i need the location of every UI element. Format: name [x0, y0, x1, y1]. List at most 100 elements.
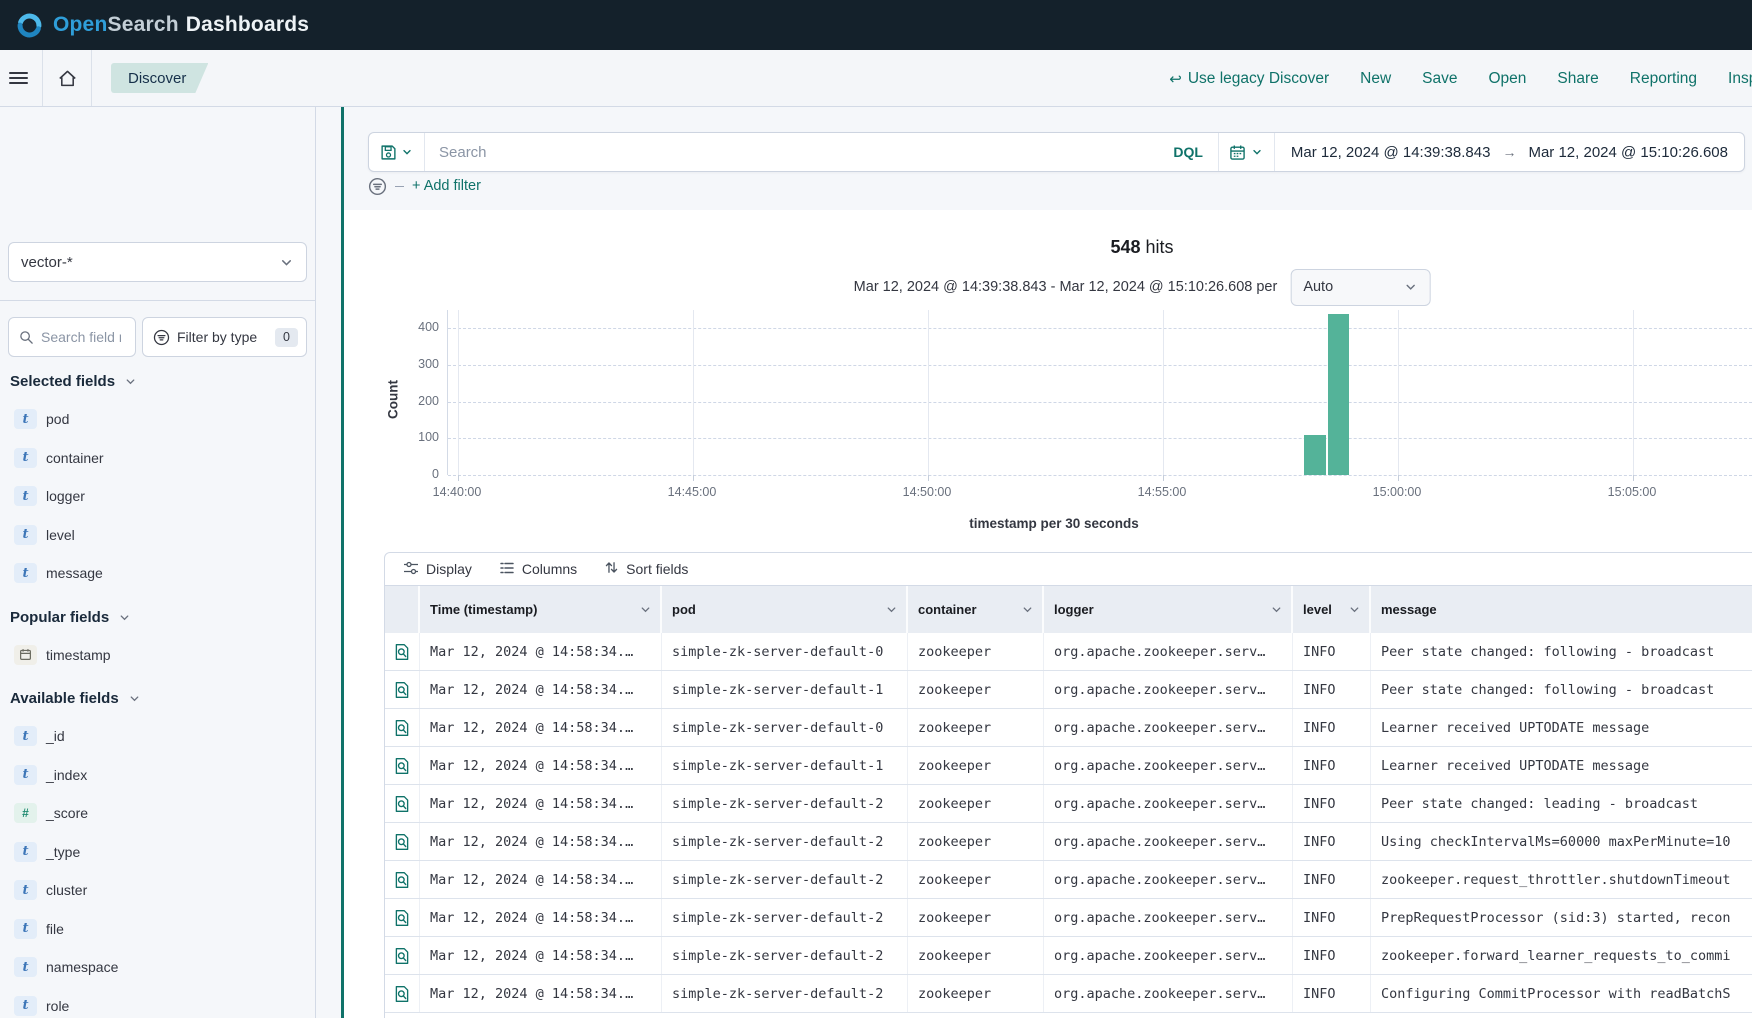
- x-gridline: [1163, 310, 1164, 475]
- header-cell-container[interactable]: container: [908, 586, 1044, 633]
- filter-by-type-button[interactable]: Filter by type 0: [142, 317, 307, 357]
- field-pod[interactable]: tpod: [8, 400, 307, 439]
- field-section-title-available-fields[interactable]: Available fields: [8, 680, 307, 717]
- cell-message: zookeeper.request_throttler.shutdownTime…: [1371, 861, 1752, 898]
- field-_score[interactable]: #_score: [8, 794, 307, 833]
- navbar-link-save[interactable]: Save: [1422, 70, 1457, 88]
- x-tick-mark: [458, 475, 459, 481]
- opensearch-logo-icon: [16, 12, 43, 39]
- histogram-bar[interactable]: [1304, 435, 1326, 475]
- navbar-link-open[interactable]: Open: [1489, 70, 1527, 88]
- breadcrumb[interactable]: Discover: [111, 63, 208, 93]
- cell-time: Mar 12, 2024 @ 14:58:34.…: [420, 709, 662, 746]
- navbar-link-label: Share: [1557, 70, 1598, 88]
- header-cell-time-timestamp-[interactable]: Time (timestamp): [420, 586, 662, 633]
- field-logger[interactable]: tlogger: [8, 477, 307, 516]
- grid-toolbar-columns[interactable]: Columns: [499, 560, 577, 579]
- header-cell-level[interactable]: level: [1293, 586, 1371, 633]
- field-name-label: logger: [46, 488, 85, 504]
- field-_type[interactable]: t_type: [8, 833, 307, 872]
- cell-logger: org.apache.zookeeper.serv…: [1044, 671, 1293, 708]
- date-range-start[interactable]: Mar 12, 2024 @ 14:39:38.843: [1291, 144, 1491, 161]
- field-file[interactable]: tfile: [8, 910, 307, 949]
- field-message[interactable]: tmessage: [8, 554, 307, 593]
- grid-toolbar-display[interactable]: Display: [403, 560, 472, 579]
- cell-container: zookeeper: [908, 975, 1044, 1012]
- field-timestamp[interactable]: timestamp: [8, 636, 307, 675]
- expand-row-button[interactable]: [385, 937, 420, 974]
- expand-row-button[interactable]: [385, 747, 420, 784]
- cell-pod: simple-zk-server-default-2: [662, 823, 908, 860]
- menu-button[interactable]: [0, 50, 36, 106]
- divider: [0, 300, 315, 301]
- cell-logger: org.apache.zookeeper.serv…: [1044, 975, 1293, 1012]
- expand-row-button[interactable]: [385, 633, 420, 670]
- string-type-icon: t: [14, 525, 37, 545]
- chevron-down-icon: [639, 603, 652, 616]
- query-input-wrap: [425, 133, 1158, 171]
- field-namespace[interactable]: tnamespace: [8, 948, 307, 987]
- cell-pod: simple-zk-server-default-2: [662, 785, 908, 822]
- expand-row-button[interactable]: [385, 975, 420, 1012]
- expand-row-button[interactable]: [385, 671, 420, 708]
- query-language-button[interactable]: DQL: [1158, 133, 1218, 171]
- expand-row-button[interactable]: [385, 709, 420, 746]
- field-_id[interactable]: t_id: [8, 717, 307, 756]
- chart-subtitle: Mar 12, 2024 @ 14:39:38.843 - Mar 12, 20…: [854, 279, 1278, 295]
- search-input[interactable]: [439, 144, 1158, 161]
- field-_index[interactable]: t_index: [8, 756, 307, 795]
- navbar-link-label: Save: [1422, 70, 1457, 88]
- chevron-down-icon: [885, 603, 898, 616]
- navbar-link-share[interactable]: Share: [1557, 70, 1598, 88]
- date-type-icon: [14, 645, 37, 665]
- section-title-label: Popular fields: [10, 609, 109, 626]
- cell-pod: simple-zk-server-default-0: [662, 633, 908, 670]
- cell-time: Mar 12, 2024 @ 14:58:34.…: [420, 747, 662, 784]
- navbar-link-new[interactable]: New: [1360, 70, 1391, 88]
- cell-container: zookeeper: [908, 671, 1044, 708]
- expand-row-button[interactable]: [385, 899, 420, 936]
- cell-level: INFO: [1293, 861, 1371, 898]
- expand-document-icon: [393, 681, 411, 699]
- index-pattern-select[interactable]: vector-*: [8, 242, 307, 282]
- fields-sidebar: vector-* Filter by type 0 Selected field…: [0, 107, 316, 1018]
- expand-row-button[interactable]: [385, 785, 420, 822]
- saved-queries-button[interactable]: [369, 133, 425, 171]
- cell-level: INFO: [1293, 709, 1371, 746]
- grid-header-row: Time (timestamp)podcontainerloggerlevelm…: [385, 586, 1752, 633]
- cell-time: Mar 12, 2024 @ 14:58:34.…: [420, 671, 662, 708]
- table-row: Mar 12, 2024 @ 14:58:34.…simple-zk-serve…: [385, 785, 1752, 823]
- header-cell-message[interactable]: message: [1371, 586, 1752, 633]
- expand-document-icon: [393, 643, 411, 661]
- field-level[interactable]: tlevel: [8, 516, 307, 555]
- date-range-end[interactable]: Mar 12, 2024 @ 15:10:26.608: [1528, 144, 1728, 161]
- string-type-icon: t: [14, 957, 37, 977]
- histogram-bar[interactable]: [1328, 314, 1349, 475]
- expand-row-button[interactable]: [385, 861, 420, 898]
- grid-toolbar-sort-fields[interactable]: Sort fields: [604, 560, 688, 578]
- date-quick-select-button[interactable]: [1218, 133, 1274, 171]
- field-cluster[interactable]: tcluster: [8, 871, 307, 910]
- filter-icon[interactable]: [368, 177, 387, 196]
- navbar-link-reporting[interactable]: Reporting: [1630, 70, 1697, 88]
- field-section-title-popular-fields[interactable]: Popular fields: [8, 599, 307, 636]
- interval-select[interactable]: Auto: [1290, 269, 1430, 306]
- chevron-down-icon: [128, 692, 141, 705]
- sort-icon: [604, 560, 619, 578]
- filter-count-badge: 0: [275, 328, 298, 347]
- navbar-link-inspect[interactable]: Inspect: [1728, 70, 1752, 88]
- navbar-link-label: Use legacy Discover: [1188, 70, 1329, 88]
- field-search-input[interactable]: [41, 329, 121, 345]
- home-button[interactable]: [49, 50, 85, 106]
- string-type-icon: t: [14, 563, 37, 583]
- expand-row-button[interactable]: [385, 823, 420, 860]
- field-section-title-selected-fields[interactable]: Selected fields: [8, 363, 307, 400]
- cell-logger: org.apache.zookeeper.serv…: [1044, 747, 1293, 784]
- field-role[interactable]: trole: [8, 987, 307, 1018]
- header-cell-pod[interactable]: pod: [662, 586, 908, 633]
- header-cell-logger[interactable]: logger: [1044, 586, 1293, 633]
- add-filter-link[interactable]: + Add filter: [412, 178, 481, 194]
- field-container[interactable]: tcontainer: [8, 439, 307, 478]
- cell-pod: simple-zk-server-default-2: [662, 861, 908, 898]
- navbar-link-use-legacy-discover[interactable]: ↩Use legacy Discover: [1169, 70, 1329, 88]
